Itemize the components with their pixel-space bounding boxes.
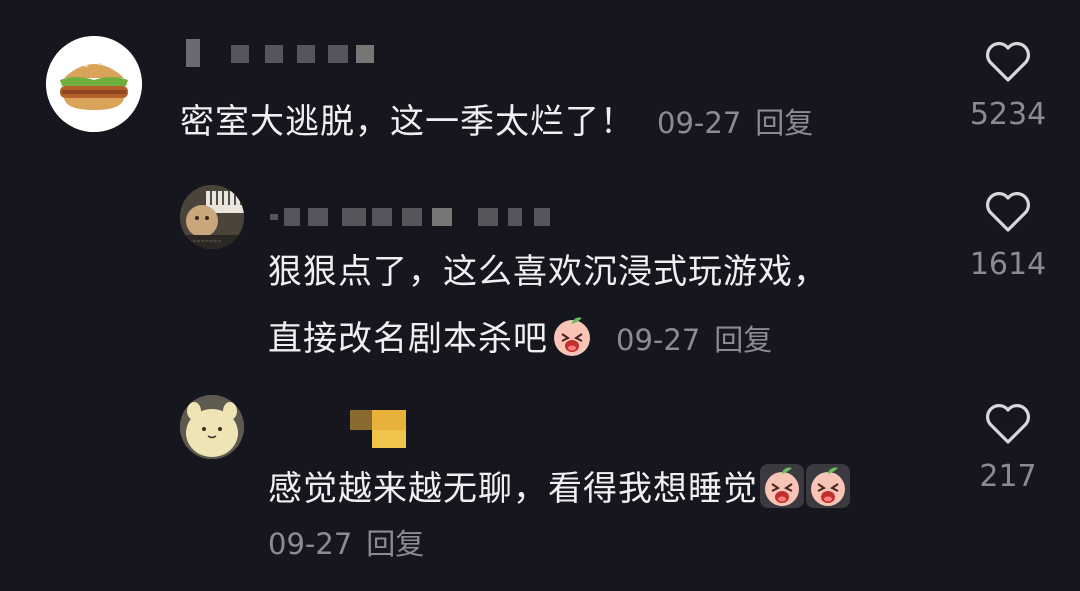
plush-toy-icon xyxy=(180,395,244,459)
like-count: 217 xyxy=(979,459,1037,494)
piano-photo-icon: ~~~~~~~~ xyxy=(180,185,244,249)
comment-text: 感觉越来越无聊，看得我想睡觉 xyxy=(268,464,850,508)
comment-body: 密室大逃脱，这一季太烂了！ xyxy=(180,102,635,142)
avatar[interactable] xyxy=(46,36,142,132)
crying-peach-emoji-icon xyxy=(760,464,804,508)
like-count: 1614 xyxy=(969,247,1047,282)
like-button[interactable]: 1614 xyxy=(953,190,1063,282)
comment-date: 09-27 xyxy=(268,527,353,561)
comment-text-line1: 狠狠点了，这么喜欢沉浸式玩游戏， xyxy=(268,254,828,290)
heart-outline-icon xyxy=(986,404,1030,444)
heart-outline-icon xyxy=(986,192,1030,232)
comment-date: 09-27 xyxy=(616,323,701,357)
crying-peach-emoji-icon xyxy=(550,314,594,358)
comment-body-continued: 直接改名剧本杀吧 xyxy=(268,319,548,359)
comment-date: 09-27 xyxy=(657,106,742,140)
comment-body: 狠狠点了，这么喜欢沉浸式玩游戏， xyxy=(268,252,828,292)
comment-meta: 09-27 回复 xyxy=(657,106,813,140)
like-button[interactable]: 5234 xyxy=(953,40,1063,132)
reply-button[interactable]: 回复 xyxy=(714,323,772,357)
comment-body: 感觉越来越无聊，看得我想睡觉 xyxy=(268,469,758,509)
crying-peach-emoji-icon xyxy=(806,464,850,508)
comment-meta: 09-27 回复 xyxy=(616,323,772,357)
comment-text: 密室大逃脱，这一季太烂了！ 09-27 回复 xyxy=(180,104,813,141)
username-blurred[interactable] xyxy=(350,410,410,448)
username-blurred[interactable] xyxy=(186,39,386,67)
comment-list: 密室大逃脱，这一季太烂了！ 09-27 回复 5234 ~~~~~~~~ 狠狠点… xyxy=(0,0,1080,591)
comment-text-line2: 直接改名剧本杀吧 09-27 回复 xyxy=(268,314,772,358)
like-button[interactable]: 217 xyxy=(953,402,1063,494)
reply-button[interactable]: 回复 xyxy=(755,106,813,140)
avatar[interactable]: ~~~~~~~~ xyxy=(180,185,244,249)
comment-meta: 09-27 回复 xyxy=(268,526,424,562)
svg-text:~~~~~~~~: ~~~~~~~~ xyxy=(188,239,222,245)
burger-icon xyxy=(46,36,142,132)
like-count: 5234 xyxy=(969,97,1047,132)
heart-outline-icon xyxy=(986,42,1030,82)
username-blurred[interactable] xyxy=(270,208,560,226)
avatar[interactable] xyxy=(180,395,244,459)
reply-button[interactable]: 回复 xyxy=(366,527,424,561)
